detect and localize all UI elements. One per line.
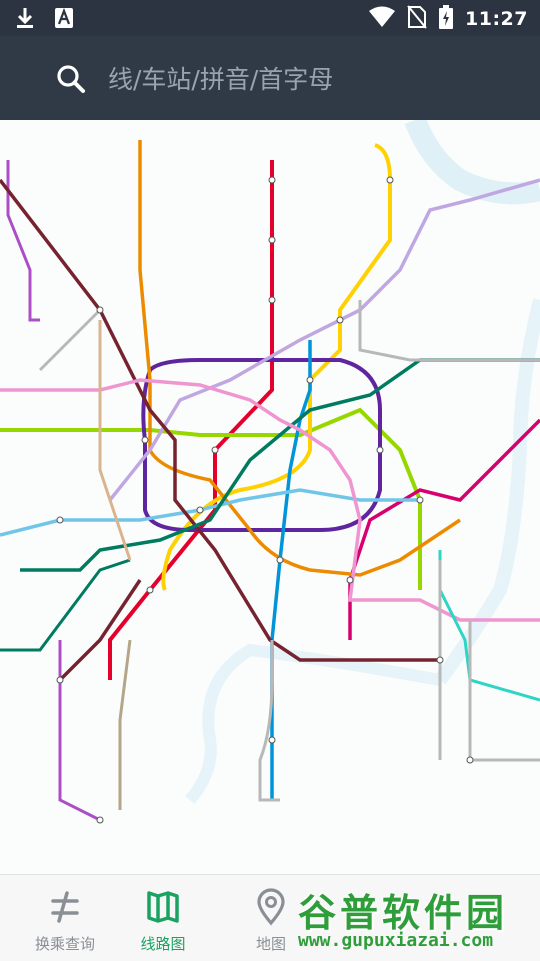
search-input[interactable] — [106, 56, 510, 102]
battery-charging-icon — [439, 5, 454, 33]
metro-network-map[interactable] — [0, 120, 540, 874]
font-app-icon — [54, 7, 74, 33]
metro-line-5[interactable] — [6, 160, 101, 822]
metro-map[interactable] — [0, 120, 540, 874]
search-bar — [0, 36, 540, 120]
search-icon[interactable] — [56, 64, 86, 98]
download-icon — [14, 6, 36, 34]
watermark-title: 谷普软件园 — [298, 891, 509, 935]
metro-line-7[interactable] — [138, 140, 461, 577]
watermark-url: www.gupuxiazai.com — [298, 930, 494, 951]
wifi-icon — [369, 6, 396, 32]
status-bar: 11:27 — [0, 0, 540, 36]
watermark-overlay: 谷普软件园 www.gupuxiazai.com — [292, 874, 540, 960]
clock-time: 11:27 — [465, 8, 528, 30]
metro-line-16[interactable] — [438, 550, 540, 702]
metro-line-pujiang[interactable] — [38, 300, 540, 810]
no-sim-icon — [407, 5, 427, 33]
